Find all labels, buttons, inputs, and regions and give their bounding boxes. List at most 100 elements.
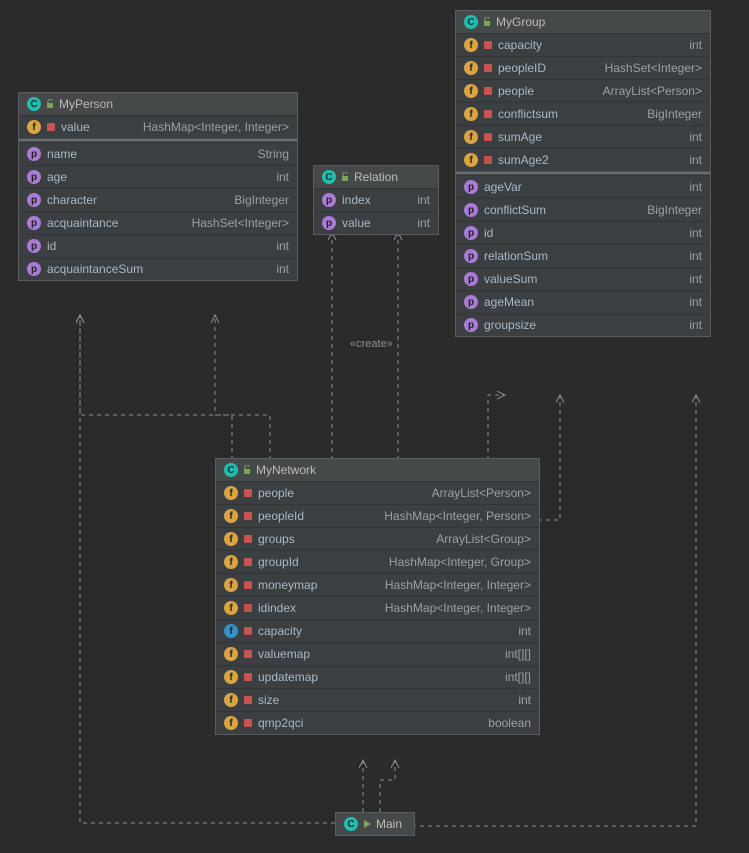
field-row[interactable]: fsumAgeint bbox=[456, 125, 710, 148]
class-icon: C bbox=[344, 817, 358, 831]
field-icon: f bbox=[464, 38, 478, 52]
member-name: id bbox=[484, 226, 493, 240]
member-name: valuemap bbox=[258, 647, 310, 661]
class-relation[interactable]: C Relation pindexintpvalueint bbox=[313, 165, 439, 235]
class-title: MyGroup bbox=[496, 15, 545, 29]
field-row[interactable]: fcapacityint bbox=[456, 33, 710, 56]
member-name: sumAge2 bbox=[498, 153, 549, 167]
property-row[interactable]: pgroupsizeint bbox=[456, 313, 710, 336]
member-type: int bbox=[689, 318, 702, 332]
private-icon bbox=[244, 489, 252, 497]
field-row[interactable]: fupdatemapint[][] bbox=[216, 665, 539, 688]
member-type: int bbox=[689, 226, 702, 240]
property-row[interactable]: pageMeanint bbox=[456, 290, 710, 313]
member-name: groups bbox=[258, 532, 295, 546]
property-row[interactable]: p conflictSum BigInteger bbox=[456, 198, 710, 221]
class-header[interactable]: C MyPerson bbox=[19, 93, 297, 115]
class-main[interactable]: C Main bbox=[335, 812, 415, 836]
member-name: ageVar bbox=[484, 180, 522, 194]
field-row[interactable]: fpeopleArrayList<Person> bbox=[456, 79, 710, 102]
property-icon: p bbox=[464, 295, 478, 309]
class-header[interactable]: C MyGroup bbox=[456, 11, 710, 33]
member-type: ArrayList<Person> bbox=[603, 84, 702, 98]
field-icon: f bbox=[224, 486, 238, 500]
field-icon: f bbox=[464, 84, 478, 98]
property-icon: p bbox=[27, 239, 41, 253]
class-myperson[interactable]: C MyPerson f value HashMap<Integer, Inte… bbox=[18, 92, 298, 281]
member-type: BigInteger bbox=[647, 203, 702, 217]
member-name: conflictSum bbox=[484, 203, 546, 217]
unlock-icon bbox=[242, 465, 252, 475]
class-mynetwork[interactable]: C MyNetwork fpeopleArrayList<Person>fpeo… bbox=[215, 458, 540, 735]
member-name: qmp2qci bbox=[258, 716, 303, 730]
member-type: HashMap<Integer, Group> bbox=[389, 555, 531, 569]
property-row[interactable]: prelationSumint bbox=[456, 244, 710, 267]
property-row[interactable]: pageVarint bbox=[456, 175, 710, 198]
property-row[interactable]: pidint bbox=[19, 234, 297, 257]
member-type: int bbox=[417, 216, 430, 230]
member-type: HashMap<Integer, Person> bbox=[384, 509, 531, 523]
field-row[interactable]: fcapacityint bbox=[216, 619, 539, 642]
field-row[interactable]: fmoneymapHashMap<Integer, Integer> bbox=[216, 573, 539, 596]
property-row[interactable]: pageint bbox=[19, 165, 297, 188]
field-icon: f bbox=[27, 120, 41, 134]
property-icon: p bbox=[464, 203, 478, 217]
property-icon: p bbox=[27, 170, 41, 184]
field-icon: f bbox=[224, 509, 238, 523]
member-name: people bbox=[258, 486, 294, 500]
class-icon: C bbox=[464, 15, 478, 29]
property-row[interactable]: pvalueSumint bbox=[456, 267, 710, 290]
member-type: boolean bbox=[488, 716, 531, 730]
field-row[interactable]: fqmp2qciboolean bbox=[216, 711, 539, 734]
member-type: ArrayList<Group> bbox=[436, 532, 531, 546]
member-name: valueSum bbox=[484, 272, 537, 286]
property-icon: p bbox=[464, 249, 478, 263]
property-row[interactable]: pindexint bbox=[314, 188, 438, 211]
private-icon bbox=[484, 64, 492, 72]
member-name: age bbox=[47, 170, 67, 184]
property-icon: p bbox=[464, 226, 478, 240]
field-row[interactable]: fidindexHashMap<Integer, Integer> bbox=[216, 596, 539, 619]
private-icon bbox=[244, 581, 252, 589]
member-type: int bbox=[689, 38, 702, 52]
property-icon: p bbox=[322, 193, 336, 207]
field-row[interactable]: fpeopleArrayList<Person> bbox=[216, 481, 539, 504]
class-icon: C bbox=[322, 170, 336, 184]
field-row[interactable]: fpeopleIDHashSet<Integer> bbox=[456, 56, 710, 79]
property-row[interactable]: pid int bbox=[456, 221, 710, 244]
field-icon: f bbox=[464, 153, 478, 167]
member-name: size bbox=[258, 693, 279, 707]
member-type: int bbox=[276, 239, 289, 253]
property-row[interactable]: pacquaintanceHashSet<Integer> bbox=[19, 211, 297, 234]
field-row[interactable]: fgroupIdHashMap<Integer, Group> bbox=[216, 550, 539, 573]
member-type: int bbox=[689, 153, 702, 167]
private-icon bbox=[244, 558, 252, 566]
member-type: String bbox=[258, 147, 289, 161]
field-icon: f bbox=[224, 532, 238, 546]
field-row[interactable]: fvaluemapint[][] bbox=[216, 642, 539, 665]
member-type: int bbox=[417, 193, 430, 207]
private-icon bbox=[244, 627, 252, 635]
property-row[interactable]: pvalueint bbox=[314, 211, 438, 234]
field-row[interactable]: fpeopleIdHashMap<Integer, Person> bbox=[216, 504, 539, 527]
field-row[interactable]: fsizeint bbox=[216, 688, 539, 711]
unlock-icon bbox=[340, 172, 350, 182]
member-type: HashMap<Integer, Integer> bbox=[385, 578, 531, 592]
property-row[interactable]: pacquaintanceSumint bbox=[19, 257, 297, 280]
property-icon: p bbox=[27, 262, 41, 276]
class-header[interactable]: C MyNetwork bbox=[216, 459, 539, 481]
property-row[interactable]: pnameString bbox=[19, 142, 297, 165]
class-mygroup[interactable]: C MyGroup fcapacityintfpeopleIDHashSet<I… bbox=[455, 10, 711, 337]
field-row[interactable]: f value HashMap<Integer, Integer> bbox=[19, 115, 297, 138]
property-row[interactable]: pcharacterBigInteger bbox=[19, 188, 297, 211]
field-icon: f bbox=[224, 578, 238, 592]
field-row[interactable]: f sumAge2 int bbox=[456, 148, 710, 171]
field-icon: f bbox=[224, 555, 238, 569]
field-row[interactable]: f groups ArrayList<Group> bbox=[216, 527, 539, 550]
class-header[interactable]: C Relation bbox=[314, 166, 438, 188]
member-name: groupsize bbox=[484, 318, 536, 332]
field-icon: f bbox=[224, 647, 238, 661]
class-header[interactable]: C Main bbox=[336, 813, 414, 835]
property-icon: p bbox=[322, 216, 336, 230]
field-row[interactable]: fconflictsumBigInteger bbox=[456, 102, 710, 125]
